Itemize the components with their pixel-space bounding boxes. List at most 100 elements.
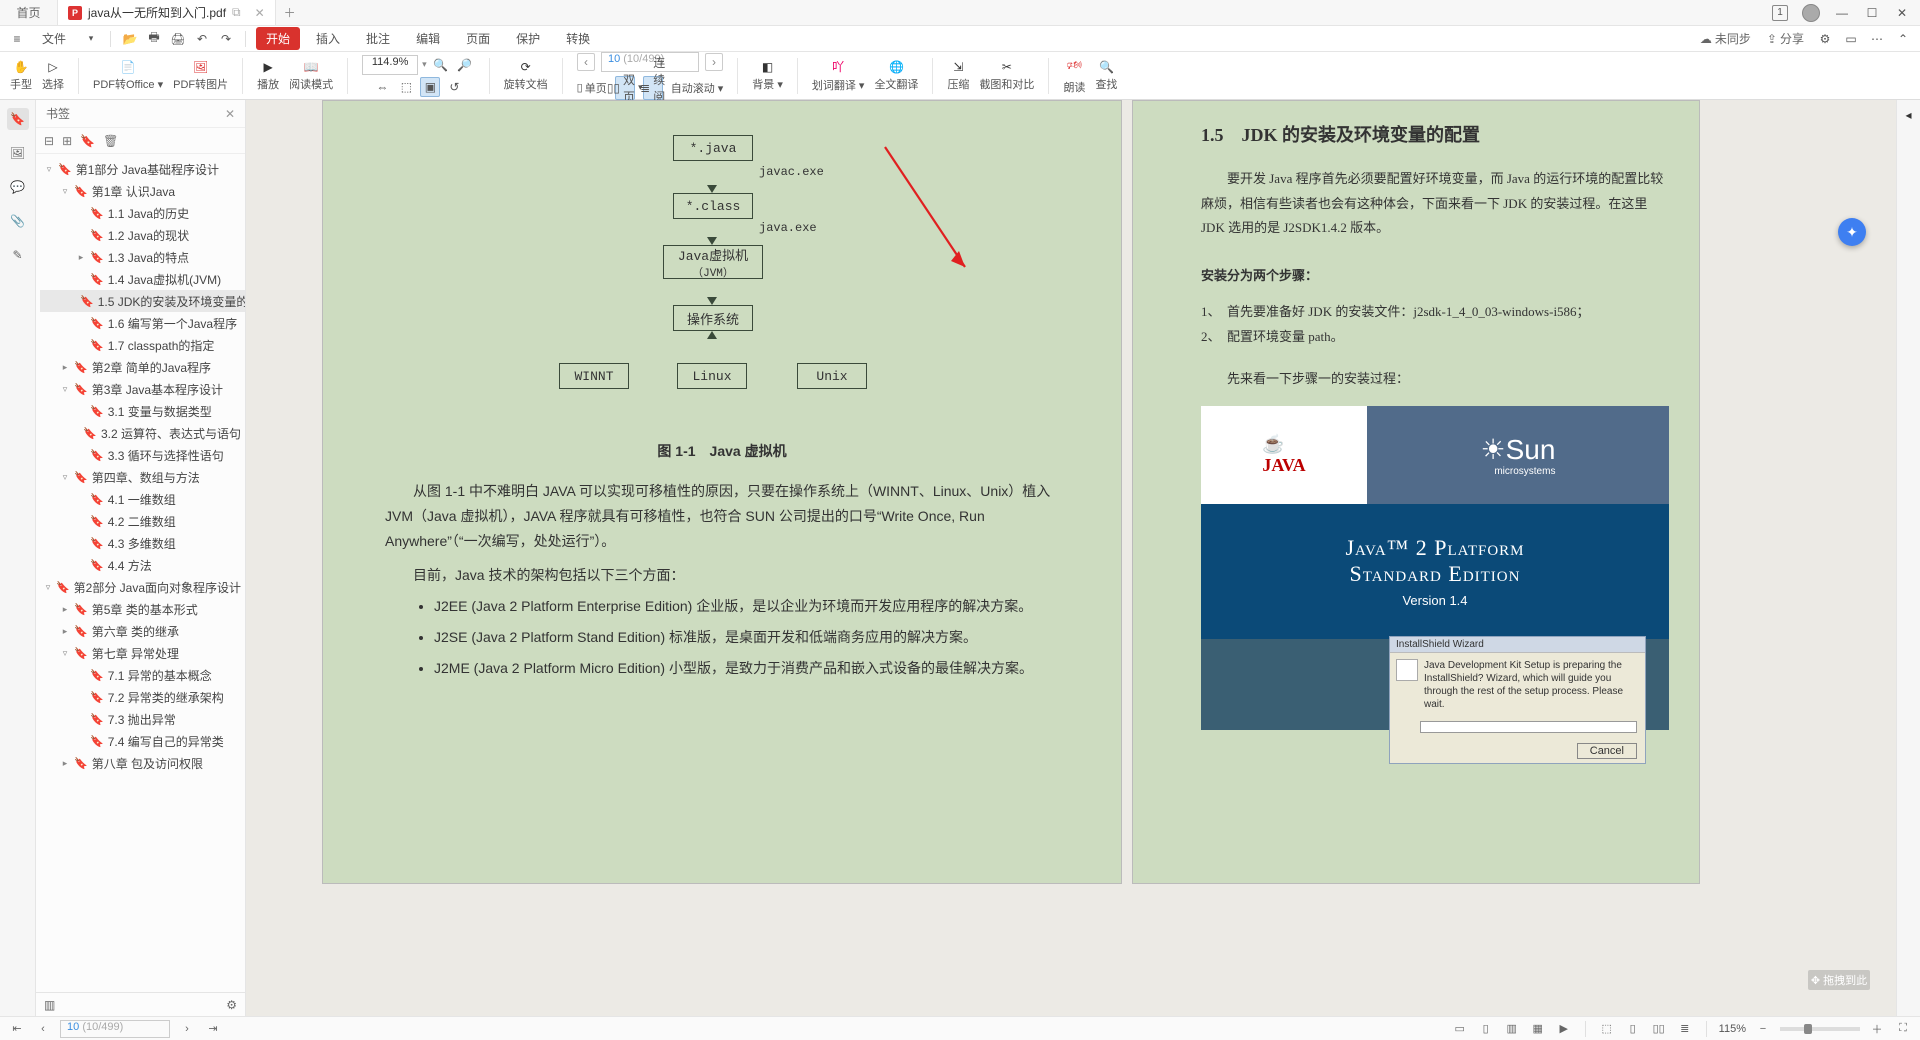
tool-hand[interactable]: ✋手型 [8, 60, 34, 92]
layout-3-icon[interactable]: ▯▯ [1650, 1020, 1668, 1038]
menu-edit[interactable]: 编辑 [406, 28, 450, 49]
footer-mode-icon[interactable]: ▥ [44, 998, 55, 1012]
read-aloud-button[interactable]: 🕬朗读 [1061, 56, 1087, 95]
window-mode-icon[interactable]: ▭ [1842, 30, 1860, 48]
menu-annotate[interactable]: 批注 [356, 28, 400, 49]
zoom-out-icon[interactable]: 🔍 [431, 55, 451, 75]
view-mode-3-icon[interactable]: ▥ [1503, 1020, 1521, 1038]
tool-pdf2office[interactable]: 📄PDF转Office ▾ [91, 60, 165, 92]
bookmark-node[interactable]: ▸🔖第2章 简单的Java程序 [40, 356, 245, 378]
fit-page-icon[interactable]: ⬚ [396, 77, 416, 97]
zoom-out-icon[interactable]: − [1754, 1020, 1772, 1038]
print-icon[interactable]: 🖨 [169, 30, 187, 48]
layout-4-icon[interactable]: ≣ [1676, 1020, 1694, 1038]
bookmark-node[interactable]: ▿🔖第3章 Java基本程序设计 [40, 378, 245, 400]
continuous-button[interactable]: ≣连续阅读 [643, 76, 663, 100]
zoom-input[interactable]: 114.9% [362, 55, 418, 75]
bookmark-node[interactable]: 🔖1.7 classpath的指定 [40, 334, 245, 356]
redo-icon[interactable]: ↷ [217, 30, 235, 48]
fullscreen-icon[interactable]: ⛶ [1894, 1020, 1912, 1038]
delete-bookmark-icon[interactable]: 🗑 [103, 134, 118, 148]
play-status-icon[interactable]: ▶ [1555, 1020, 1573, 1038]
menu-file[interactable]: 文件 [32, 28, 76, 49]
bookmark-node[interactable]: 🔖3.3 循环与选择性语句 [40, 444, 245, 466]
menu-start[interactable]: 开始 [256, 27, 300, 50]
bookmark-node[interactable]: 🔖1.4 Java虚拟机(JVM) [40, 268, 245, 290]
bookmarks-tab-icon[interactable]: 🔖 [7, 108, 29, 130]
sync-button[interactable]: ☁未同步 [1696, 30, 1755, 47]
bookmark-node[interactable]: 🔖4.4 方法 [40, 554, 245, 576]
tab-external-icon[interactable]: ⧉ [232, 5, 241, 20]
prev-page-button[interactable]: ‹ [577, 53, 595, 71]
collapse-ribbon-icon[interactable]: ⌃ [1894, 30, 1912, 48]
prev-page-icon[interactable]: ‹ [34, 1020, 52, 1038]
bg-button[interactable]: ◧背景 ▾ [750, 60, 785, 92]
tab-file[interactable]: P java从一无所知到入门.pdf ⧉ ✕ [58, 0, 276, 25]
bookmark-node[interactable]: ▿🔖第1章 认识Java [40, 180, 245, 202]
fit-actual-icon[interactable]: ▣ [420, 77, 440, 97]
rotate-group[interactable]: ⟳ 旋转文档 [502, 60, 550, 92]
compress-button[interactable]: ⇲压缩 [945, 60, 971, 92]
menu-convert[interactable]: 转换 [556, 28, 600, 49]
next-page-button[interactable]: › [705, 53, 723, 71]
bookmark-node[interactable]: 🔖3.1 变量与数据类型 [40, 400, 245, 422]
tab-add-button[interactable]: ＋ [276, 0, 304, 25]
open-icon[interactable]: 📂 [121, 30, 139, 48]
zoom-in-icon[interactable]: 🔎 [455, 55, 475, 75]
signature-tab-icon[interactable]: ✎ [7, 244, 29, 266]
bookmark-node[interactable]: ▿🔖第七章 异常处理 [40, 642, 245, 664]
zoom-in-icon[interactable]: ＋ [1868, 1020, 1886, 1038]
page-input[interactable]: 10 (10/499) [601, 52, 699, 72]
screenshot-button[interactable]: ✂截图和对比 [977, 60, 1036, 92]
maximize-icon[interactable]: ☐ [1864, 5, 1880, 21]
bookmark-node[interactable]: 🔖7.1 异常的基本概念 [40, 664, 245, 686]
more-icon[interactable]: ⋯ [1868, 30, 1886, 48]
footer-settings-icon[interactable]: ⚙ [226, 998, 237, 1012]
tool-select[interactable]: ▷选择 [40, 60, 66, 92]
fit-reset-icon[interactable]: ↺ [444, 77, 464, 97]
bookmark-node[interactable]: 🔖7.3 抛出异常 [40, 708, 245, 730]
right-rail-toggle-icon[interactable]: ◂ [1905, 108, 1911, 122]
last-page-icon[interactable]: ⇥ [204, 1020, 222, 1038]
bookmark-node[interactable]: ▿🔖第2部分 Java面向对象程序设计 [40, 576, 245, 598]
panel-close-icon[interactable]: ✕ [225, 107, 235, 121]
chevron-down-icon[interactable]: ▾ [82, 30, 100, 48]
status-page-input[interactable]: 10 (10/499) [60, 1020, 170, 1038]
bookmark-node[interactable]: 🔖4.1 一维数组 [40, 488, 245, 510]
save-icon[interactable]: 🖶 [145, 30, 163, 48]
bookmark-node[interactable]: 🔖1.1 Java的历史 [40, 202, 245, 224]
minimize-icon[interactable]: — [1834, 5, 1850, 21]
bookmark-node[interactable]: 🔖1.2 Java的现状 [40, 224, 245, 246]
single-page-icon[interactable]: ▯ [577, 81, 583, 94]
view-mode-1-icon[interactable]: ▭ [1451, 1020, 1469, 1038]
bookmark-node[interactable]: 🔖4.3 多维数组 [40, 532, 245, 554]
pdf-viewer[interactable]: ✦ *.java javac.exe *.class java.exe Java… [246, 100, 1896, 1016]
tool-readmode[interactable]: 📖阅读模式 [287, 60, 335, 92]
view-mode-2-icon[interactable]: ▯ [1477, 1020, 1495, 1038]
status-zoom[interactable]: 115% [1719, 1023, 1746, 1035]
close-icon[interactable]: ✕ [1894, 5, 1910, 21]
hamburger-icon[interactable]: ≡ [8, 30, 26, 48]
bookmark-node[interactable]: 🔖3.2 运算符、表达式与语句 [40, 422, 245, 444]
bookmark-node[interactable]: 🔖4.2 二维数组 [40, 510, 245, 532]
tab-close-icon[interactable]: ✕ [255, 6, 265, 20]
floating-tool-button[interactable]: ✦ [1838, 218, 1866, 246]
attachments-tab-icon[interactable]: 📎 [7, 210, 29, 232]
bookmark-tree[interactable]: ▿🔖第1部分 Java基础程序设计▿🔖第1章 认识Java🔖1.1 Java的历… [36, 154, 245, 992]
settings-icon[interactable]: ⚙ [1816, 30, 1834, 48]
translate-full-button[interactable]: 🌐全文翻译 [872, 60, 920, 92]
first-page-icon[interactable]: ⇤ [8, 1020, 26, 1038]
collapse-all-icon[interactable]: ⊟ [44, 134, 54, 148]
double-page-button[interactable]: ▯▯双页▾ [615, 76, 635, 100]
bookmark-node[interactable]: ▿🔖第四章、数组与方法 [40, 466, 245, 488]
undo-icon[interactable]: ↶ [193, 30, 211, 48]
translate-sel-button[interactable]: 吖划词翻译 ▾ [810, 58, 867, 93]
tool-play[interactable]: ▶播放 [255, 60, 281, 92]
bookmark-node[interactable]: ▸🔖第八章 包及访问权限 [40, 752, 245, 774]
layout-2-icon[interactable]: ▯ [1624, 1020, 1642, 1038]
bookmark-node[interactable]: ▸🔖1.3 Java的特点 [40, 246, 245, 268]
find-button[interactable]: 🔍查找 [1093, 60, 1119, 92]
expand-all-icon[interactable]: ⊞ [62, 134, 72, 148]
menu-insert[interactable]: 插入 [306, 28, 350, 49]
avatar[interactable] [1802, 4, 1820, 22]
